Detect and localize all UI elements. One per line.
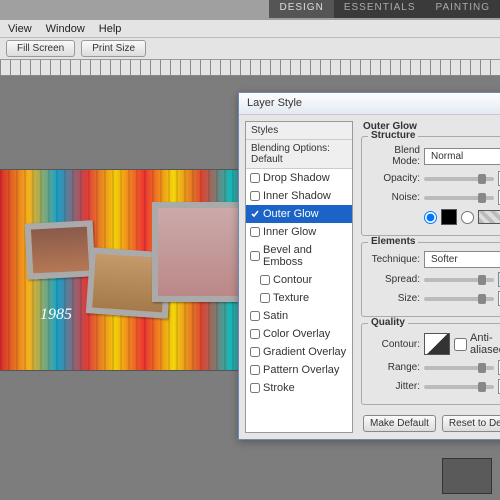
- style-checkbox[interactable]: [250, 173, 260, 183]
- menu-view[interactable]: View: [8, 23, 32, 35]
- blend-mode-select[interactable]: Normal: [424, 148, 500, 165]
- styles-list: Styles Blending Options: Default Drop Sh…: [245, 121, 353, 433]
- technique-select[interactable]: Softer: [424, 251, 500, 268]
- style-label: Texture: [273, 292, 309, 304]
- style-checkbox[interactable]: [250, 191, 260, 201]
- style-label: Color Overlay: [263, 328, 330, 340]
- print-size-button[interactable]: Print Size: [81, 40, 146, 57]
- workspace-tab-design[interactable]: DESIGN: [269, 0, 333, 18]
- style-label: Contour: [273, 274, 312, 286]
- style-checkbox[interactable]: [250, 251, 260, 261]
- contour-label: Contour:: [368, 339, 420, 350]
- style-label: Inner Glow: [263, 226, 316, 238]
- menubar: View Window Help: [0, 20, 500, 38]
- style-item-outer-glow[interactable]: Outer Glow: [246, 205, 352, 223]
- gradient-picker[interactable]: [478, 210, 500, 224]
- make-default-button[interactable]: Make Default: [363, 415, 436, 432]
- menu-window[interactable]: Window: [46, 23, 85, 35]
- style-item-inner-glow[interactable]: Inner Glow: [246, 223, 352, 241]
- jitter-label: Jitter:: [368, 381, 420, 392]
- style-item-bevel-and-emboss[interactable]: Bevel and Emboss: [246, 241, 352, 271]
- style-checkbox[interactable]: [250, 209, 260, 219]
- technique-label: Technique:: [368, 254, 420, 265]
- options-bar: Fill Screen Print Size: [0, 38, 500, 60]
- style-checkbox[interactable]: [250, 347, 260, 357]
- style-label: Inner Shadow: [263, 190, 331, 202]
- style-checkbox[interactable]: [250, 365, 260, 375]
- spread-label: Spread:: [368, 274, 420, 285]
- size-slider[interactable]: [424, 297, 494, 301]
- blending-options-header[interactable]: Blending Options: Default: [246, 140, 352, 169]
- jitter-slider[interactable]: [424, 385, 494, 389]
- size-label: Size:: [368, 293, 420, 304]
- style-item-color-overlay[interactable]: Color Overlay: [246, 325, 352, 343]
- document[interactable]: 1985: [0, 170, 260, 370]
- workspace-tab-essentials[interactable]: ESSENTIALS: [334, 0, 426, 18]
- style-label: Satin: [263, 310, 288, 322]
- contour-picker[interactable]: [424, 333, 450, 355]
- ruler-horizontal[interactable]: [0, 60, 500, 76]
- workspace-tab-painting[interactable]: PAINTING: [426, 0, 500, 18]
- style-checkbox[interactable]: [260, 275, 270, 285]
- elements-group: Elements Technique: Softer Spread: 1 Siz…: [361, 242, 500, 317]
- style-checkbox[interactable]: [250, 383, 260, 393]
- photo-frame-1[interactable]: [25, 220, 96, 279]
- style-label: Bevel and Emboss: [263, 244, 348, 268]
- antialiased-label: Anti-aliased: [470, 332, 500, 356]
- noise-label: Noise:: [368, 192, 420, 203]
- structure-group: Structure Blend Mode: Normal Opacity: 75…: [361, 136, 500, 236]
- fill-screen-button[interactable]: Fill Screen: [6, 40, 75, 57]
- range-label: Range:: [368, 362, 420, 373]
- year-text: 1985: [40, 306, 72, 324]
- style-item-gradient-overlay[interactable]: Gradient Overlay: [246, 343, 352, 361]
- layer-style-dialog: Layer Style Styles Blending Options: Def…: [238, 92, 500, 440]
- noise-slider[interactable]: [424, 196, 494, 200]
- style-item-satin[interactable]: Satin: [246, 307, 352, 325]
- reset-default-button[interactable]: Reset to De: [442, 415, 500, 432]
- style-item-stroke[interactable]: Stroke: [246, 379, 352, 397]
- panel-dock[interactable]: [442, 458, 492, 494]
- style-checkbox[interactable]: [260, 293, 270, 303]
- menu-help[interactable]: Help: [99, 23, 122, 35]
- style-label: Pattern Overlay: [263, 364, 339, 376]
- opacity-label: Opacity:: [368, 173, 420, 184]
- color-swatch[interactable]: [441, 209, 457, 225]
- quality-label: Quality: [368, 317, 408, 328]
- style-label: Drop Shadow: [263, 172, 330, 184]
- style-checkbox[interactable]: [250, 329, 260, 339]
- gradient-radio[interactable]: [461, 211, 474, 224]
- style-label: Stroke: [263, 382, 295, 394]
- opacity-slider[interactable]: [424, 177, 494, 181]
- style-checkbox[interactable]: [250, 311, 260, 321]
- style-label: Outer Glow: [263, 208, 319, 220]
- style-item-texture[interactable]: Texture: [246, 289, 352, 307]
- dialog-title: Layer Style: [239, 93, 500, 115]
- range-slider[interactable]: [424, 366, 494, 370]
- color-radio[interactable]: [424, 211, 437, 224]
- style-checkbox[interactable]: [250, 227, 260, 237]
- structure-label: Structure: [368, 130, 418, 141]
- antialiased-checkbox[interactable]: [454, 338, 467, 351]
- styles-header[interactable]: Styles: [246, 122, 352, 140]
- quality-group: Quality Contour: Anti-aliased Range: 5 J…: [361, 323, 500, 405]
- style-item-inner-shadow[interactable]: Inner Shadow: [246, 187, 352, 205]
- blend-mode-label: Blend Mode:: [368, 145, 420, 167]
- spread-slider[interactable]: [424, 278, 494, 282]
- style-item-contour[interactable]: Contour: [246, 271, 352, 289]
- elements-label: Elements: [368, 236, 418, 247]
- style-item-drop-shadow[interactable]: Drop Shadow: [246, 169, 352, 187]
- style-label: Gradient Overlay: [263, 346, 346, 358]
- style-item-pattern-overlay[interactable]: Pattern Overlay: [246, 361, 352, 379]
